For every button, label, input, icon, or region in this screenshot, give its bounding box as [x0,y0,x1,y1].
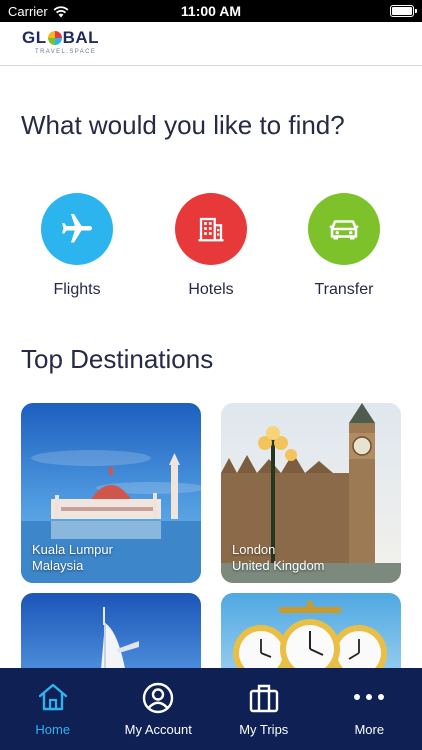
tab-label: My Account [124,722,192,737]
category-hotels[interactable]: Hotels [161,193,261,299]
brand-logo[interactable]: GL BAL TRAVEL.SPACE [22,28,100,56]
logo-globe-icon [47,31,62,45]
battery-icon [390,5,417,17]
tab-label: Home [35,722,71,737]
home-icon [38,683,67,711]
tab-home[interactable]: Home [0,668,106,750]
category-transfer[interactable]: Transfer [294,193,394,299]
app-header: GL BAL TRAVEL.SPACE [0,22,422,66]
tab-my-trips[interactable]: My Trips [211,668,317,750]
category-label: Transfer [314,281,374,298]
find-title: What would you like to find? [21,110,345,140]
tab-more[interactable]: More [317,668,422,750]
luggage-icon [249,684,278,713]
transfer-circle[interactable] [308,193,380,265]
status-time: 11:00 AM [180,3,242,19]
building-icon [198,217,224,242]
destination-country: Malaysia [32,558,84,573]
logo-wordmark: GL BAL [22,28,100,47]
destination-city: London [232,542,276,557]
account-icon [143,682,174,714]
tab-label: More [354,722,385,737]
destination-card-kuala-lumpur[interactable]: Kuala Lumpur Malaysia [21,403,201,583]
destination-city: Kuala Lumpur [32,542,113,557]
status-bar: Carrier 11:00 AM [0,0,422,22]
logo-tagline: TRAVEL.SPACE [35,49,97,55]
bottom-tab-bar: Home My Account My Trips More [0,668,422,750]
more-icon [354,694,385,700]
hotels-circle[interactable] [175,193,247,265]
airplane-icon [62,214,92,243]
destinations-title: Top Destinations [21,344,214,374]
category-label: Hotels [188,281,234,298]
destination-card-london[interactable]: London United Kingdom [221,403,401,583]
car-icon [329,220,359,240]
tab-my-account[interactable]: My Account [106,668,212,750]
tab-label: My Trips [239,722,289,737]
category-label: Flights [53,281,101,298]
destination-country: United Kingdom [232,558,325,573]
flights-circle[interactable] [41,193,113,265]
category-flights[interactable]: Flights [27,193,127,299]
